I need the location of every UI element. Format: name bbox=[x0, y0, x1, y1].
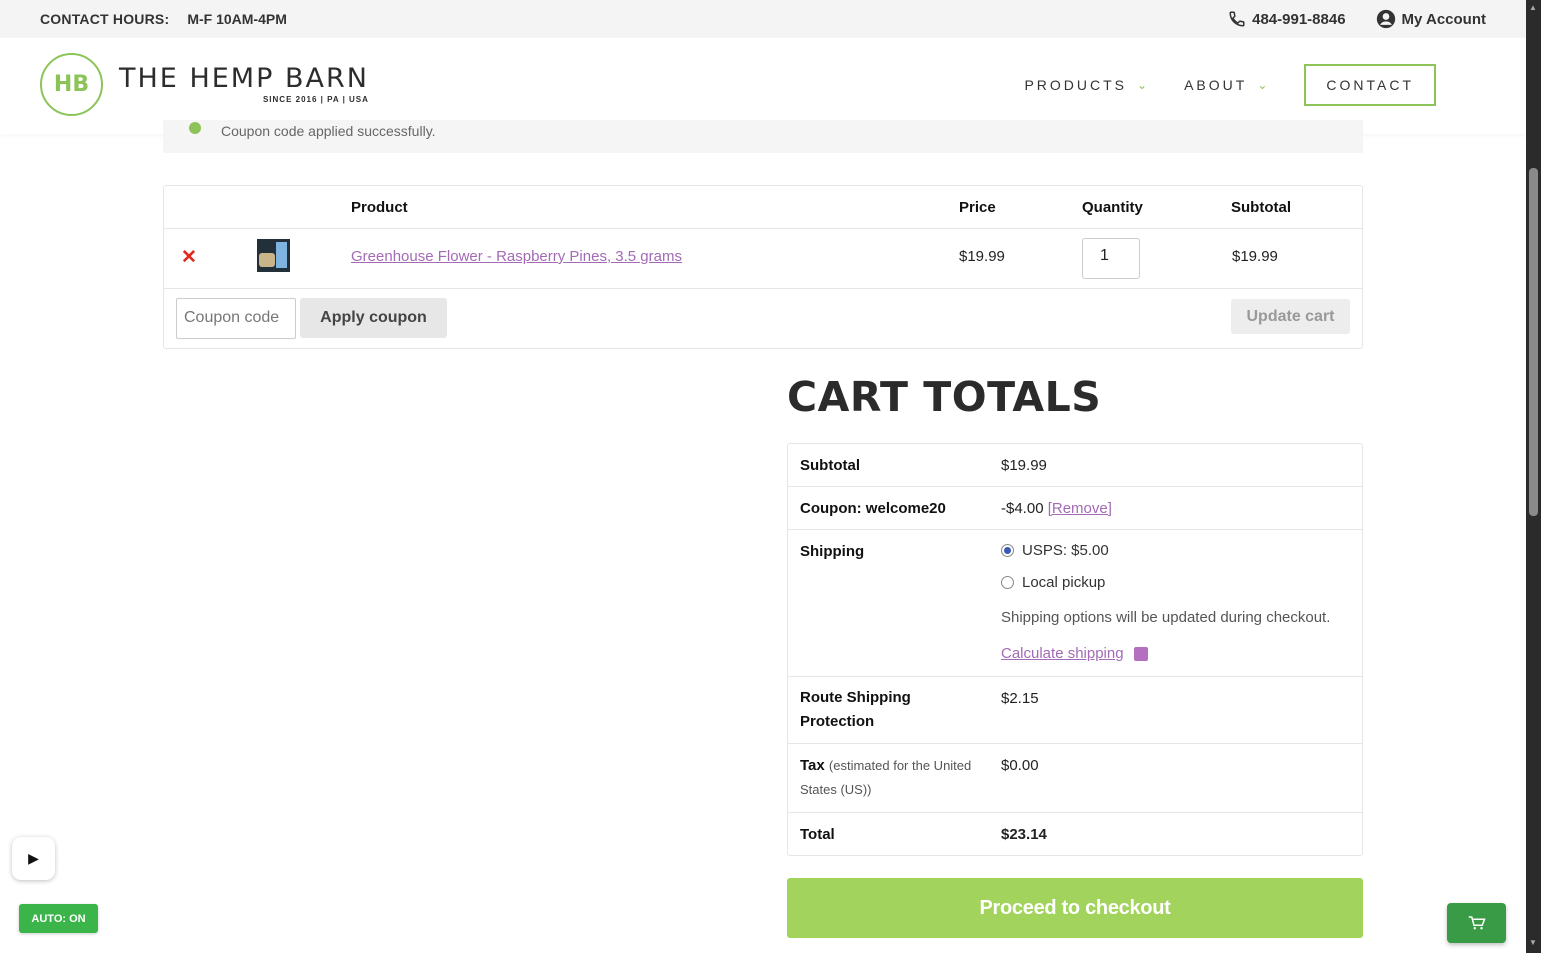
cart-totals-title: CART TOTALS bbox=[787, 373, 1102, 421]
route-protection-label: Route Shipping Protection bbox=[800, 689, 911, 730]
floating-cart-button[interactable] bbox=[1447, 903, 1506, 943]
product-thumbnail[interactable] bbox=[257, 239, 290, 272]
logo-mark-icon: HB bbox=[40, 53, 103, 116]
subtotal-value: $19.99 bbox=[1001, 457, 1047, 474]
coupon-notice: Coupon code applied successfully. bbox=[163, 120, 1363, 153]
page: CONTACT HOURS: M-F 10AM-4PM 484-991-8846… bbox=[0, 0, 1526, 953]
route-protection-value: $2.15 bbox=[1001, 690, 1039, 707]
total-label: Total bbox=[800, 826, 835, 843]
play-button[interactable]: ▶ bbox=[12, 837, 55, 880]
column-price: Price bbox=[959, 199, 996, 216]
tax-row: Tax (estimated for the United States (US… bbox=[788, 744, 1362, 813]
phone-number: 484-991-8846 bbox=[1252, 10, 1346, 28]
logo-title: THE HEMP BARN bbox=[119, 63, 369, 94]
my-account-link[interactable]: My Account bbox=[1376, 9, 1486, 29]
chevron-down-icon: ⌄ bbox=[1257, 78, 1271, 92]
phone-link[interactable]: 484-991-8846 bbox=[1228, 10, 1346, 28]
shipping-option-label: Local pickup bbox=[1022, 574, 1106, 591]
phone-icon bbox=[1229, 11, 1245, 27]
item-price: $19.99 bbox=[959, 248, 1005, 265]
vertical-scrollbar[interactable]: ▲ ▼ bbox=[1526, 0, 1541, 953]
shipping-option-label: USPS: $5.00 bbox=[1022, 542, 1109, 559]
user-icon bbox=[1376, 9, 1395, 29]
auto-toggle-badge[interactable]: AUTO: ON bbox=[19, 904, 98, 933]
update-cart-button[interactable]: Update cart bbox=[1231, 299, 1350, 334]
apply-coupon-button[interactable]: Apply coupon bbox=[300, 298, 447, 338]
cart-table-header: Product Price Quantity Subtotal bbox=[164, 186, 1362, 229]
route-protection-row: Route Shipping Protection $2.15 bbox=[788, 677, 1362, 744]
remove-coupon-link[interactable]: [Remove] bbox=[1048, 500, 1112, 517]
table-row: ✕ Greenhouse Flower - Raspberry Pines, 3… bbox=[164, 229, 1362, 289]
tax-label: Tax bbox=[800, 757, 825, 774]
logo-subtitle: SINCE 2016 | PA | USA bbox=[262, 95, 369, 104]
site-logo[interactable]: HB THE HEMP BARN SINCE 2016 | PA | USA bbox=[40, 53, 369, 116]
column-quantity: Quantity bbox=[1082, 199, 1143, 216]
coupon-label: Coupon: welcome20 bbox=[800, 500, 946, 517]
top-bar: CONTACT HOURS: M-F 10AM-4PM 484-991-8846… bbox=[0, 0, 1526, 38]
contact-hours-value: M-F 10AM-4PM bbox=[187, 11, 287, 27]
total-row: Total $23.14 bbox=[788, 813, 1362, 856]
radio-selected-icon[interactable] bbox=[1001, 544, 1014, 557]
tax-note: (estimated for the United States (US)) bbox=[800, 758, 972, 797]
logo-text: THE HEMP BARN SINCE 2016 | PA | USA bbox=[119, 63, 369, 105]
play-icon: ▶ bbox=[28, 850, 39, 866]
shipping-option-usps[interactable]: USPS: $5.00 bbox=[1001, 542, 1109, 559]
calculate-shipping-label: Calculate shipping bbox=[1001, 645, 1124, 662]
scrollbar-thumb[interactable] bbox=[1529, 168, 1538, 516]
notice-text: Coupon code applied successfully. bbox=[221, 123, 436, 139]
total-value: $23.14 bbox=[1001, 826, 1047, 843]
contact-hours-label: CONTACT HOURS: bbox=[40, 11, 170, 27]
nav-about[interactable]: ABOUT ⌄ bbox=[1184, 77, 1270, 93]
cart-totals-table: Subtotal $19.99 Coupon: welcome20 -$4.00… bbox=[787, 443, 1363, 856]
coupon-value: -$4.00 bbox=[1001, 500, 1044, 517]
main-nav: PRODUCTS ⌄ ABOUT ⌄ CONTACT bbox=[1024, 64, 1436, 106]
shopping-cart-icon bbox=[1468, 916, 1486, 930]
scroll-down-arrow-icon[interactable]: ▼ bbox=[1529, 938, 1537, 947]
scroll-up-arrow-icon[interactable]: ▲ bbox=[1529, 3, 1537, 12]
product-name-link[interactable]: Greenhouse Flower - Raspberry Pines, 3.5… bbox=[351, 248, 682, 265]
coupon-value-wrap: -$4.00 [Remove] bbox=[1001, 499, 1112, 519]
radio-unselected-icon[interactable] bbox=[1001, 576, 1014, 589]
coupon-row: Coupon: welcome20 -$4.00 [Remove] bbox=[788, 487, 1362, 530]
nav-about-label: ABOUT bbox=[1184, 77, 1248, 93]
shipping-label: Shipping bbox=[800, 543, 865, 560]
remove-item-icon[interactable]: ✕ bbox=[181, 248, 197, 268]
subtotal-row: Subtotal $19.99 bbox=[788, 444, 1362, 487]
column-product: Product bbox=[351, 199, 408, 216]
nav-products-label: PRODUCTS bbox=[1024, 77, 1128, 93]
tax-value: $0.00 bbox=[1001, 757, 1039, 774]
subtotal-label: Subtotal bbox=[800, 457, 860, 474]
my-account-label: My Account bbox=[1401, 10, 1486, 28]
shipping-note: Shipping options will be updated during … bbox=[1001, 609, 1331, 626]
chevron-down-icon: ⌄ bbox=[1137, 78, 1151, 92]
proceed-to-checkout-button[interactable]: Proceed to checkout bbox=[787, 878, 1363, 938]
tax-label-wrap: Tax (estimated for the United States (US… bbox=[800, 754, 985, 802]
coupon-code-input[interactable]: Coupon code bbox=[176, 298, 296, 339]
nav-contact-button[interactable]: CONTACT bbox=[1304, 64, 1436, 106]
calculate-shipping-link[interactable]: Calculate shipping bbox=[1001, 645, 1148, 662]
truck-icon bbox=[1133, 646, 1148, 661]
column-subtotal: Subtotal bbox=[1231, 199, 1291, 216]
nav-products[interactable]: PRODUCTS ⌄ bbox=[1024, 77, 1150, 93]
shipping-option-local-pickup[interactable]: Local pickup bbox=[1001, 574, 1105, 591]
cart-table: Product Price Quantity Subtotal ✕ Greenh… bbox=[163, 185, 1363, 349]
quantity-input[interactable]: 1 bbox=[1082, 238, 1140, 279]
shipping-row: Shipping USPS: $5.00 Local pickup Shippi… bbox=[788, 530, 1362, 677]
success-icon bbox=[189, 122, 201, 134]
item-subtotal: $19.99 bbox=[1232, 248, 1278, 265]
